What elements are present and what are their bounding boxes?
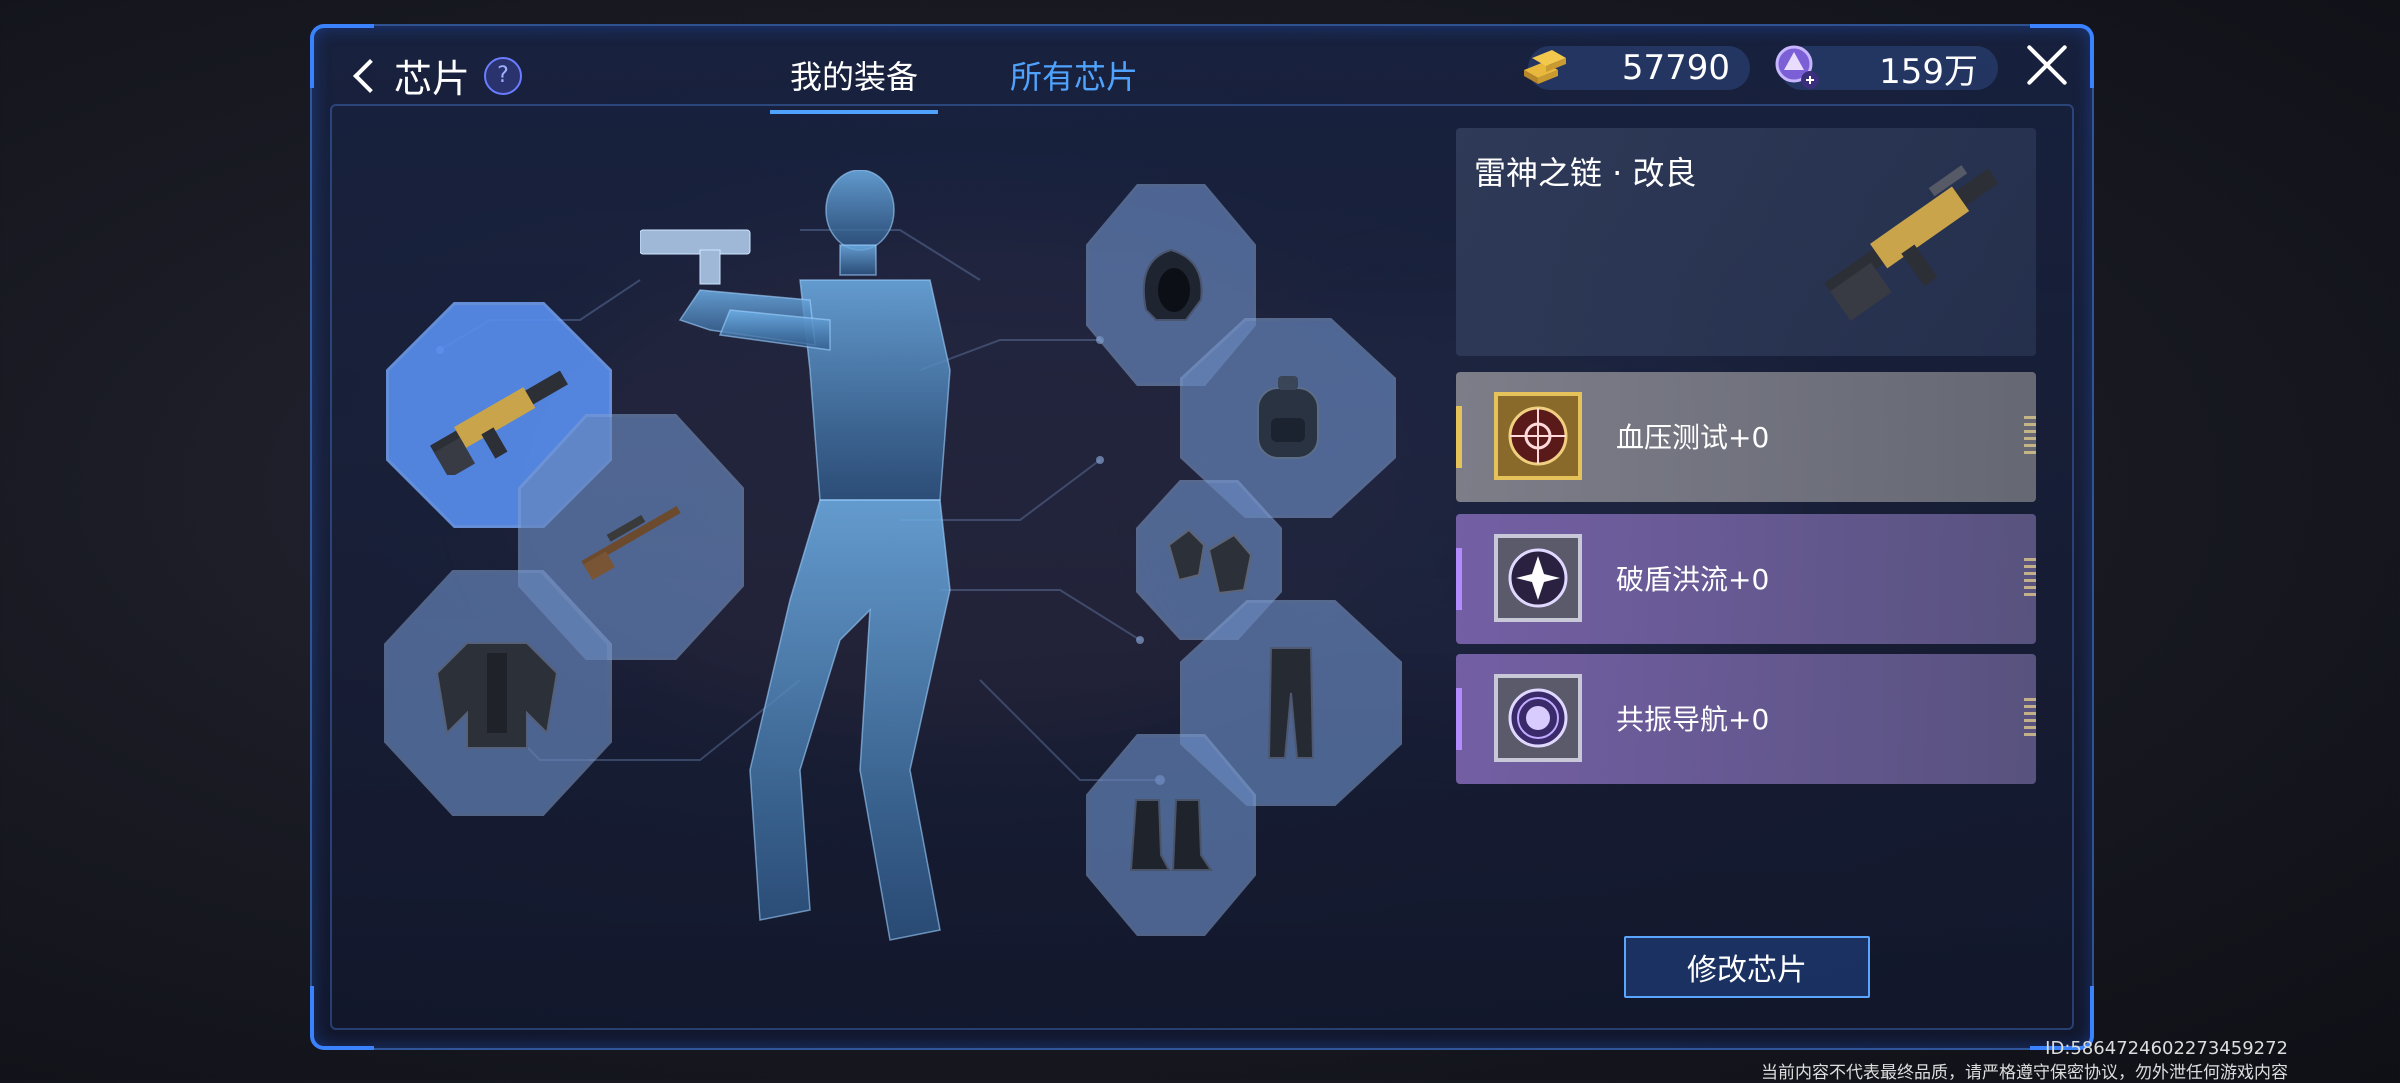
gold-currency: 57790 [1524,46,1750,90]
chip-rarity-bar [1456,548,1462,610]
chip-slot-3[interactable]: 共振导航+0 [1456,654,2036,784]
help-symbol: ? [497,63,509,88]
purple-crystal-add-icon[interactable] [1770,40,1826,92]
selected-item-name: 雷神之链 · 改良 [1474,154,1697,192]
gloves-item-icon [1167,528,1253,595]
page-title: 芯片 [394,57,471,101]
gold-bars-icon [1524,50,1566,84]
chip-rarity-bar [1456,688,1462,750]
backpack-item-icon [1257,376,1319,459]
chip-label: 破盾洪流+0 [1616,563,1770,596]
chip-label: 共振导航+0 [1616,703,1770,736]
orb-chip-icon [1494,674,1582,762]
corner-bracket [310,986,374,1050]
chip-slot-1[interactable]: 血压测试+0 [1456,372,2036,502]
chip-edge-ticks [2024,698,2036,740]
chip-edge-ticks [2024,558,2036,600]
pants-item-icon [1267,647,1315,759]
close-icon[interactable] [2024,42,2070,88]
boots-item-icon [1129,799,1213,871]
modify-chip-button[interactable]: 修改芯片 [1624,936,1870,998]
confidentiality-notice: 当前内容不代表最终品质，请严格遵守保密协议，勿外泄任何游戏内容 [1761,1063,2288,1083]
target-chip-icon [1494,392,1582,480]
slot-armor[interactable] [387,573,607,813]
back-arrow-icon[interactable] [350,54,380,98]
crystal-currency[interactable]: 159万 [1775,45,1998,92]
selected-item-card: 雷神之链 · 改良 [1456,128,2036,356]
sniper-rifle-item-icon [581,506,681,581]
chip-edge-ticks [2024,416,2036,458]
gold-amount: 57790 [1621,48,1730,88]
tab-my-equipment[interactable]: 我的装备 [769,52,939,114]
burst-chip-icon [1494,534,1582,622]
armor-jacket-item-icon [435,642,559,749]
help-icon[interactable]: ? [484,56,523,95]
crystal-amount: 159万 [1879,51,1978,92]
page-header: 芯片 ? [350,48,523,103]
tab-bar: 我的装备 所有芯片 [769,52,1138,114]
tab-all-chips[interactable]: 所有芯片 [1010,52,1138,108]
build-id: ID:5864724602273459272 [2045,1038,2288,1059]
chip-rarity-bar [1456,406,1462,468]
chip-label: 血压测试+0 [1616,421,1770,454]
hood-item-icon [1142,248,1203,321]
chip-slot-2[interactable]: 破盾洪流+0 [1456,514,2036,644]
rifle-icon [1824,165,1999,321]
